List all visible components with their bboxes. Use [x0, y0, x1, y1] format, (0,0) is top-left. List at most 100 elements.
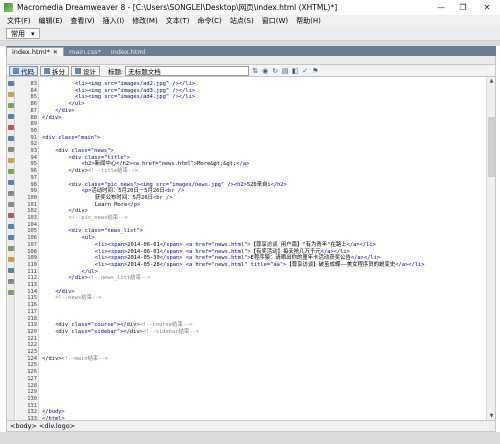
scrollbar-thumb[interactable] — [488, 117, 495, 177]
code-tag: <div class="sidebar"> — [55, 328, 124, 335]
code-comment: <!--news结束--> — [55, 295, 102, 302]
menu-text[interactable]: 文本(T) — [162, 16, 194, 26]
code-comment: <!--main结束--> — [61, 355, 108, 362]
open-icon[interactable] — [8, 92, 14, 97]
highlight-icon[interactable] — [8, 158, 14, 163]
code-tag: </div> — [42, 355, 62, 362]
select-parent-icon[interactable] — [8, 125, 14, 130]
line-number-gutter: 83 84 85 86 87 88 89 90 91 92 93 94 95 96 97 98 99 100 101… — [16, 77, 39, 422]
code-tag: </div> — [42, 114, 62, 121]
code-text: 2014-05-28 — [127, 261, 160, 268]
vertical-scrollbar[interactable]: ▲ ▼ — [486, 77, 496, 420]
tab-label: main.css* — [68, 47, 101, 56]
menu-help[interactable]: 帮助(H) — [292, 16, 325, 26]
close-button[interactable]: ✕ — [474, 0, 500, 15]
visual-aids-icon[interactable]: ◧ — [291, 67, 299, 75]
tag-selector[interactable]: <body> <div.logo> — [10, 422, 75, 430]
format-icon[interactable] — [8, 246, 14, 251]
window-controls: — ❐ ✕ — [430, 0, 500, 15]
code-tag: </span> <a href="news.html" title="aa"> — [159, 261, 287, 268]
indent-icon[interactable] — [8, 224, 14, 229]
menu-site[interactable]: 站点(S) — [226, 16, 258, 26]
menu-edit[interactable]: 编辑(E) — [35, 16, 67, 26]
outdent-icon[interactable] — [8, 235, 14, 240]
code-tag: </a></li> — [395, 261, 425, 268]
code-tag: <li><span> — [94, 261, 128, 268]
status-bar: <body> <div.logo> — [6, 420, 496, 432]
code-line: <!--news结束--> — [55, 294, 101, 302]
design-view-button[interactable]: 设计 — [71, 65, 100, 76]
code-tag: </li> — [178, 94, 196, 101]
scroll-up-icon[interactable]: ▲ — [487, 77, 496, 85]
maximize-button[interactable]: ❐ — [452, 0, 474, 15]
code-view-button[interactable]: 代码 — [9, 65, 38, 76]
code-comment: <!--news_list结束--> — [87, 275, 151, 282]
code-tag: <br /> — [153, 194, 173, 201]
code-tag: </p> — [127, 201, 141, 208]
menu-window[interactable]: 窗口(W) — [258, 16, 292, 26]
menu-file[interactable]: 文件(F) — [3, 16, 35, 26]
code-tag: </div> — [123, 328, 143, 335]
preview-in-browser-icon[interactable]: ◉ — [261, 67, 269, 75]
code-line: </div><!--title结束--> — [68, 167, 137, 175]
menu-view[interactable]: 查看(V) — [66, 16, 98, 26]
menu-modify[interactable]: 修改(M) — [128, 16, 162, 26]
code-line: </div><!--main结束--> — [42, 355, 108, 363]
balance-icon[interactable] — [8, 136, 14, 141]
file-management-icon[interactable]: ⇅ — [251, 67, 259, 75]
check-browser-icon[interactable]: ⚑ — [311, 67, 319, 75]
tag-icon[interactable] — [8, 290, 14, 295]
menu-insert[interactable]: 插入(I) — [99, 16, 129, 26]
collapse-icon[interactable] — [8, 103, 14, 108]
code-tag: <div class="news_list"> — [68, 228, 144, 235]
tab-main-css[interactable]: main.css* — [64, 47, 106, 56]
code-line: <div class="sidebar"></div><!--sidebar结束… — [55, 328, 199, 336]
validate-icon[interactable] — [8, 257, 14, 262]
document-title-label: 标题: — [108, 67, 124, 76]
code-tag: <p> — [81, 188, 92, 195]
code-comment: <!--title结束--> — [87, 168, 138, 175]
code-tag: <div class="main"> — [42, 134, 101, 141]
view-options-icon[interactable]: ▤ — [281, 67, 289, 75]
dreamweaver-app-icon — [4, 3, 13, 12]
code-text: 【尊享访谈】破茧成蝶——美女程序员的蜕变史 — [286, 261, 396, 268]
tab-label: index.html — [110, 47, 146, 56]
syntax-icon[interactable] — [8, 180, 14, 185]
browse-icon[interactable] — [8, 279, 14, 284]
check-icon[interactable] — [8, 268, 14, 273]
comment-icon[interactable] — [8, 191, 14, 196]
tab-index-html-modified[interactable]: index.html* ✕ — [6, 47, 64, 56]
expand-icon[interactable] — [8, 114, 14, 119]
uncomment-icon[interactable] — [8, 202, 14, 207]
split-view-icon — [44, 67, 50, 74]
wrap-icon[interactable] — [8, 169, 14, 174]
insert-category-select[interactable]: 常用 ▾ — [6, 28, 40, 39]
refresh-icon[interactable]: ↻ — [271, 67, 279, 75]
window-titlebar: Macromedia Dreamweaver 8 - [C:\Users\SON… — [0, 0, 500, 15]
split-view-button[interactable]: 拆分 — [40, 65, 69, 76]
line-numbers-icon[interactable] — [8, 147, 14, 152]
tab-label: index.html* — [12, 48, 50, 56]
snippet-icon[interactable] — [8, 213, 14, 218]
scroll-down-icon[interactable]: ▼ — [487, 412, 496, 420]
document-toolbar: 代码 拆分 设计 标题: 无标题文档 ⇅ ◉ ↻ ▤ ◧ ✓ ⚑ — [6, 64, 496, 77]
document-tab-bar: index.html* ✕ main.css* index.html — [6, 46, 496, 56]
validate-markup-icon[interactable]: ✓ — [301, 67, 309, 75]
tab-index-html[interactable]: index.html — [106, 47, 151, 56]
file-path-bar — [6, 56, 496, 64]
insert-toolbar: 常用 ▾ — [0, 27, 500, 41]
minimize-button[interactable]: — — [430, 0, 452, 15]
document-title-input[interactable]: 无标题文档 — [125, 65, 250, 76]
code-text: 520来自i — [246, 181, 271, 188]
code-text: More&gt;&gt; — [197, 161, 237, 168]
menu-commands[interactable]: 命令(C) — [193, 16, 225, 26]
chevron-down-icon: ▾ — [31, 29, 35, 38]
file-icon[interactable] — [8, 81, 14, 86]
code-line: <!--pic_news结束--> — [68, 214, 127, 222]
code-tag: <ul> — [81, 235, 95, 242]
code-text: Learn More — [94, 201, 128, 208]
code-editor[interactable]: <li><img src="images/ad2.jpg" /></li> <li… — [40, 77, 486, 420]
close-icon[interactable]: ✕ — [53, 49, 58, 56]
code-tag: </a> — [236, 161, 250, 168]
coding-toolbar — [6, 77, 15, 420]
